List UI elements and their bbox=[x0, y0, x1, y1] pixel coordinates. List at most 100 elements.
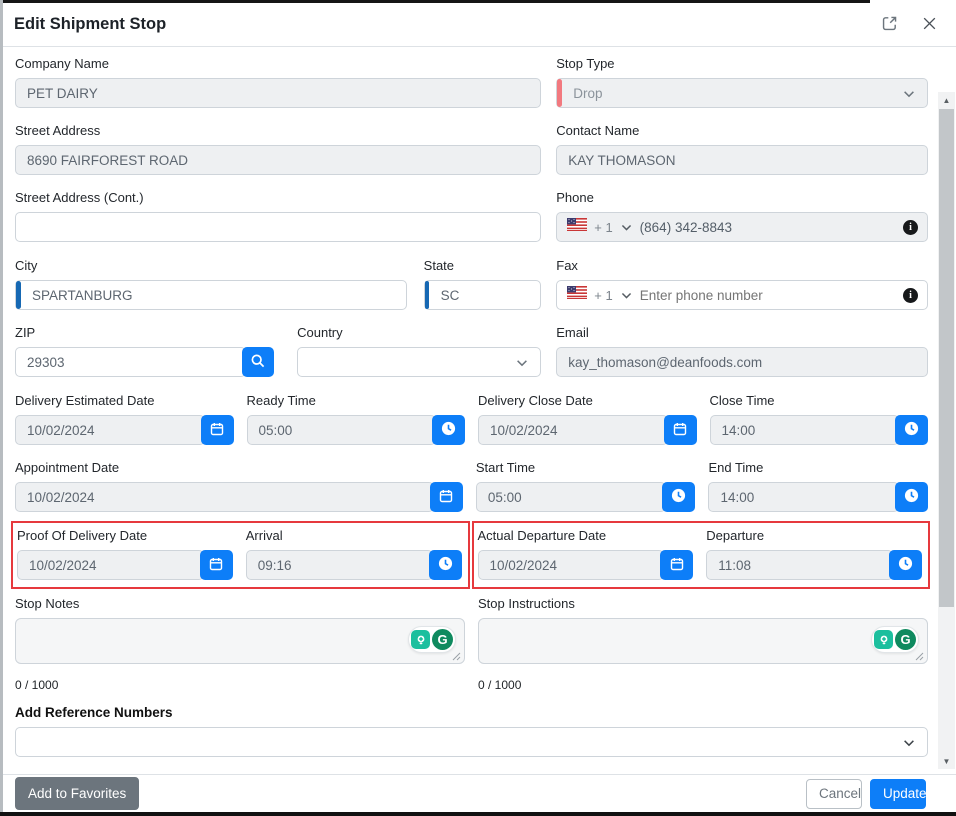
scrollbar-up-arrow[interactable]: ▲ bbox=[938, 92, 955, 108]
chevron-down-icon bbox=[902, 736, 916, 753]
stop-instructions-textarea[interactable] bbox=[478, 618, 928, 664]
fax-input[interactable] bbox=[640, 288, 896, 303]
city-wrap bbox=[15, 280, 407, 310]
field-add-reference-numbers: Add Reference Numbers bbox=[15, 705, 928, 757]
us-flag-icon bbox=[567, 286, 587, 304]
add-to-favorites-button[interactable]: Add to Favorites bbox=[15, 777, 139, 810]
ready-time-clock-button[interactable] bbox=[432, 415, 465, 445]
scrollbar-thumb[interactable] bbox=[939, 109, 954, 607]
actual-departure-date-group bbox=[478, 550, 694, 580]
appointment-date-group bbox=[15, 482, 463, 512]
street-address-label: Street Address bbox=[15, 123, 541, 138]
calendar-icon bbox=[672, 421, 688, 440]
field-country: Country bbox=[297, 325, 541, 377]
scrollbar-down-arrow[interactable]: ▼ bbox=[938, 753, 955, 769]
arrival-time-input[interactable] bbox=[246, 550, 433, 580]
stop-type-label: Stop Type bbox=[556, 56, 928, 71]
valid-accent-bar bbox=[16, 281, 21, 309]
delivery-close-date-input[interactable] bbox=[478, 415, 668, 445]
ready-time-label: Ready Time bbox=[247, 393, 466, 408]
close-time-label: Close Time bbox=[710, 393, 929, 408]
phone-input[interactable] bbox=[640, 220, 896, 235]
street-address-cont-label: Street Address (Cont.) bbox=[15, 190, 541, 205]
add-reference-numbers-label: Add Reference Numbers bbox=[15, 705, 928, 720]
grammarly-suggestion-icon bbox=[411, 630, 430, 649]
stop-notes-textarea[interactable] bbox=[15, 618, 465, 664]
grammarly-widget[interactable]: G bbox=[871, 626, 919, 653]
dialog-footer: Add to Favorites Cancel Update bbox=[3, 774, 956, 812]
close-time-clock-button[interactable] bbox=[895, 415, 928, 445]
field-start-time: Start Time bbox=[476, 460, 696, 512]
appointment-date-calendar-button[interactable] bbox=[430, 482, 463, 512]
arrival-clock-button[interactable] bbox=[429, 550, 462, 580]
field-stop-instructions: Stop Instructions G 0 / 100 bbox=[478, 596, 928, 692]
phone-info-icon[interactable]: i bbox=[903, 220, 918, 235]
close-dialog-button[interactable] bbox=[919, 13, 940, 37]
field-delivery-close-date: Delivery Close Date bbox=[478, 393, 697, 445]
country-select[interactable] bbox=[297, 347, 541, 377]
city-input[interactable] bbox=[15, 280, 407, 310]
phone-dial-code: + 1 bbox=[594, 220, 612, 235]
add-reference-numbers-select[interactable] bbox=[15, 727, 928, 757]
update-button[interactable]: Update bbox=[870, 779, 926, 809]
dialog: Edit Shipment Stop bbox=[3, 3, 956, 812]
proof-of-delivery-date-input[interactable] bbox=[17, 550, 204, 580]
zip-input-group bbox=[15, 347, 274, 377]
departure-clock-button[interactable] bbox=[889, 550, 922, 580]
street-address-input[interactable] bbox=[15, 145, 541, 175]
close-time-input[interactable] bbox=[710, 415, 900, 445]
phone-input-group: + 1 i bbox=[556, 212, 928, 242]
grammarly-logo-icon: G bbox=[432, 629, 453, 650]
textarea-resize-handle[interactable] bbox=[452, 648, 461, 666]
state-input[interactable] bbox=[424, 280, 542, 310]
departure-time-input[interactable] bbox=[706, 550, 893, 580]
start-time-clock-button[interactable] bbox=[662, 482, 695, 512]
textarea-resize-handle[interactable] bbox=[915, 648, 924, 666]
row-city-state-fax: City State Fax bbox=[15, 258, 928, 310]
actual-departure-date-input[interactable] bbox=[478, 550, 665, 580]
grammarly-widget[interactable]: G bbox=[408, 626, 456, 653]
field-state: State bbox=[424, 258, 542, 310]
delivery-estimated-date-calendar-button[interactable] bbox=[201, 415, 234, 445]
phone-country-chevron-icon[interactable] bbox=[620, 221, 633, 234]
fax-country-chevron-icon[interactable] bbox=[620, 289, 633, 302]
chevron-down-icon bbox=[902, 87, 916, 104]
stop-type-select[interactable]: Drop bbox=[556, 78, 928, 108]
delivery-estimated-date-input[interactable] bbox=[15, 415, 205, 445]
start-time-input[interactable] bbox=[476, 482, 667, 512]
proof-of-delivery-date-label: Proof Of Delivery Date bbox=[17, 528, 233, 543]
ready-time-input[interactable] bbox=[247, 415, 437, 445]
street-address-cont-input[interactable] bbox=[15, 212, 541, 242]
field-delivery-estimated-date: Delivery Estimated Date bbox=[15, 393, 234, 445]
zip-label: ZIP bbox=[15, 325, 274, 340]
row-pod-departure: Proof Of Delivery Date Arrival bbox=[11, 521, 930, 589]
vertical-scrollbar[interactable]: ▲ ▼ bbox=[938, 92, 955, 769]
fax-info-icon[interactable]: i bbox=[903, 288, 918, 303]
departure-highlight-box: Actual Departure Date Departure bbox=[472, 521, 931, 589]
field-email: Email bbox=[556, 325, 928, 377]
stop-notes-label: Stop Notes bbox=[15, 596, 465, 611]
dialog-body: Company Name Stop Type Drop bbox=[3, 47, 956, 774]
zip-input[interactable] bbox=[15, 347, 246, 377]
expand-dialog-button[interactable] bbox=[878, 12, 901, 38]
proof-of-delivery-date-calendar-button[interactable] bbox=[200, 550, 233, 580]
clock-icon bbox=[903, 487, 920, 507]
delivery-close-date-calendar-button[interactable] bbox=[664, 415, 697, 445]
end-time-input[interactable] bbox=[708, 482, 899, 512]
appointment-date-input[interactable] bbox=[15, 482, 434, 512]
actual-departure-date-calendar-button[interactable] bbox=[660, 550, 693, 580]
expand-icon bbox=[880, 14, 899, 36]
email-field[interactable] bbox=[556, 347, 928, 377]
cancel-button[interactable]: Cancel bbox=[806, 779, 862, 809]
us-flag-icon bbox=[567, 218, 587, 236]
row-appointment: Appointment Date Start Time bbox=[15, 460, 928, 512]
required-accent-bar bbox=[557, 79, 562, 107]
start-time-group bbox=[476, 482, 696, 512]
delivery-estimated-date-label: Delivery Estimated Date bbox=[15, 393, 234, 408]
arrival-label: Arrival bbox=[246, 528, 462, 543]
delivery-estimated-date-group bbox=[15, 415, 234, 445]
contact-name-input[interactable] bbox=[556, 145, 928, 175]
zip-search-button[interactable] bbox=[242, 347, 274, 377]
end-time-clock-button[interactable] bbox=[895, 482, 928, 512]
company-name-input[interactable] bbox=[15, 78, 541, 108]
